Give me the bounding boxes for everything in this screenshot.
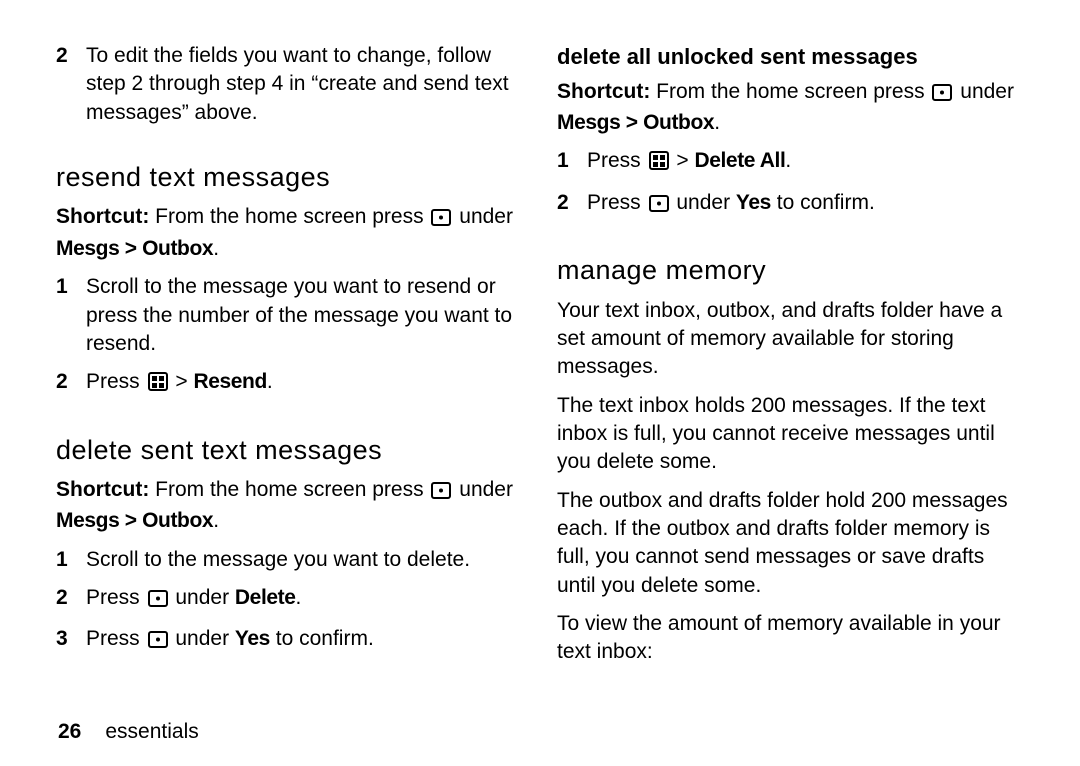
delete-step-2: 2 Press under Delete.: [56, 584, 523, 615]
dot-key-icon: [431, 206, 451, 234]
page-footer: 26 essentials: [56, 718, 1024, 746]
right-column: delete all unlocked sent messages Shortc…: [557, 42, 1024, 706]
resend-shortcut: Shortcut: From the home screen press und…: [56, 203, 523, 263]
shortcut-label: Shortcut:: [56, 205, 149, 228]
menu-key-icon: [148, 371, 168, 399]
resend-step-2: 2 Press > Resend.: [56, 368, 523, 399]
dot-key-icon: [148, 628, 168, 656]
memory-p3: The outbox and drafts folder hold 200 me…: [557, 487, 1024, 600]
dot-key-icon: [649, 192, 669, 220]
left-column: 2 To edit the fields you want to change,…: [56, 42, 523, 706]
edit-step-2: 2 To edit the fields you want to change,…: [56, 42, 523, 127]
deleteall-step-2: 2 Press under Yes to confirm.: [557, 189, 1024, 220]
section-name: essentials: [105, 718, 198, 746]
deleteall-shortcut: Shortcut: From the home screen press und…: [557, 78, 1024, 138]
heading-delete-sent: delete sent text messages: [56, 432, 523, 468]
memory-p2: The text inbox holds 200 messages. If th…: [557, 392, 1024, 477]
page-number: 26: [58, 718, 81, 746]
heading-delete-all: delete all unlocked sent messages: [557, 42, 1024, 72]
delete-shortcut: Shortcut: From the home screen press und…: [56, 476, 523, 536]
heading-manage-memory: manage memory: [557, 252, 1024, 288]
memory-p4: To view the amount of memory available i…: [557, 610, 1024, 667]
dot-key-icon: [148, 587, 168, 615]
delete-step-3: 3 Press under Yes to confirm.: [56, 625, 523, 656]
step-number: 2: [56, 42, 86, 127]
deleteall-step-1: 1 Press > Delete All.: [557, 147, 1024, 178]
heading-resend: resend text messages: [56, 159, 523, 195]
resend-step-1: 1 Scroll to the message you want to rese…: [56, 273, 523, 358]
menu-key-icon: [649, 150, 669, 178]
step-text: To edit the fields you want to change, f…: [86, 42, 523, 127]
delete-step-1: 1 Scroll to the message you want to dele…: [56, 546, 523, 574]
dot-key-icon: [932, 81, 952, 109]
dot-key-icon: [431, 479, 451, 507]
memory-p1: Your text inbox, outbox, and drafts fold…: [557, 297, 1024, 382]
